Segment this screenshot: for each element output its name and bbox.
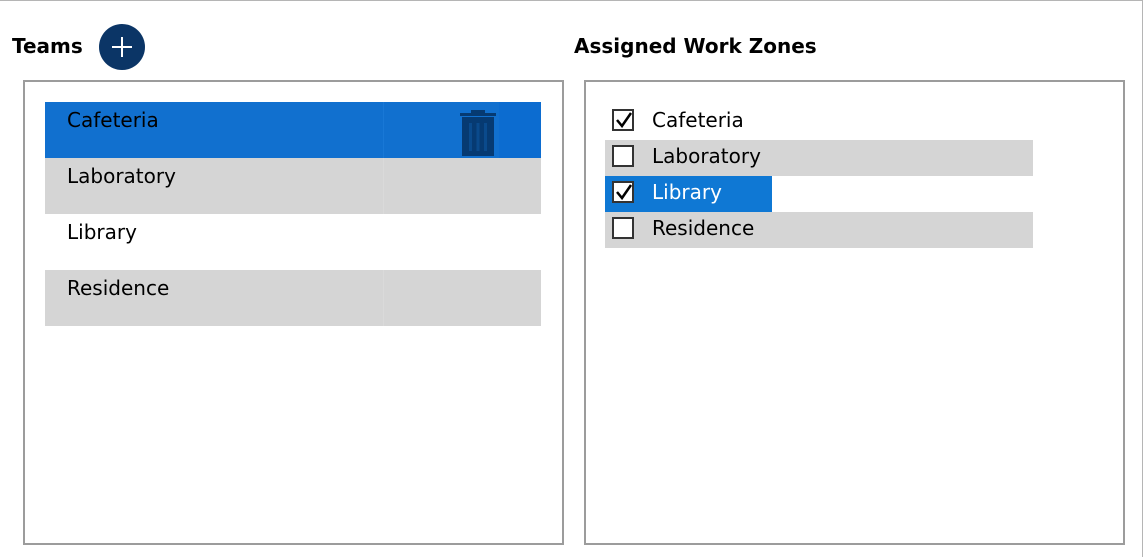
zone-label: Cafeteria [652, 108, 744, 132]
zones-heading: Assigned Work Zones [574, 34, 817, 58]
trash-icon [460, 110, 496, 156]
zone-checkbox[interactable] [612, 217, 634, 239]
zone-item-residence[interactable]: Residence [605, 212, 1033, 248]
team-item-label: Cafeteria [67, 108, 159, 132]
team-item-residence[interactable]: Residence [45, 270, 541, 326]
add-team-button[interactable] [99, 24, 145, 70]
checkmark-icon [616, 112, 633, 129]
team-item-label: Residence [67, 276, 170, 300]
teams-heading: Teams [12, 34, 83, 58]
zone-label: Library [652, 180, 722, 204]
zone-label: Laboratory [652, 144, 761, 168]
zone-item-cafeteria[interactable]: Cafeteria [605, 104, 1033, 140]
team-item-label: Library [67, 220, 137, 244]
zone-checkbox[interactable] [612, 109, 634, 131]
zone-checkbox[interactable] [612, 181, 634, 203]
zone-item-laboratory[interactable]: Laboratory [605, 140, 1033, 176]
zone-checkbox[interactable] [612, 145, 634, 167]
checkmark-icon [616, 184, 633, 201]
team-item-laboratory[interactable]: Laboratory [45, 158, 541, 214]
team-item-label: Laboratory [67, 164, 176, 188]
zone-label: Residence [652, 216, 755, 240]
team-item-selected-edge [499, 102, 541, 158]
delete-team-button[interactable] [459, 110, 497, 156]
team-item-library[interactable]: Library [45, 214, 541, 270]
zone-item-library[interactable]: Library [605, 176, 1033, 212]
